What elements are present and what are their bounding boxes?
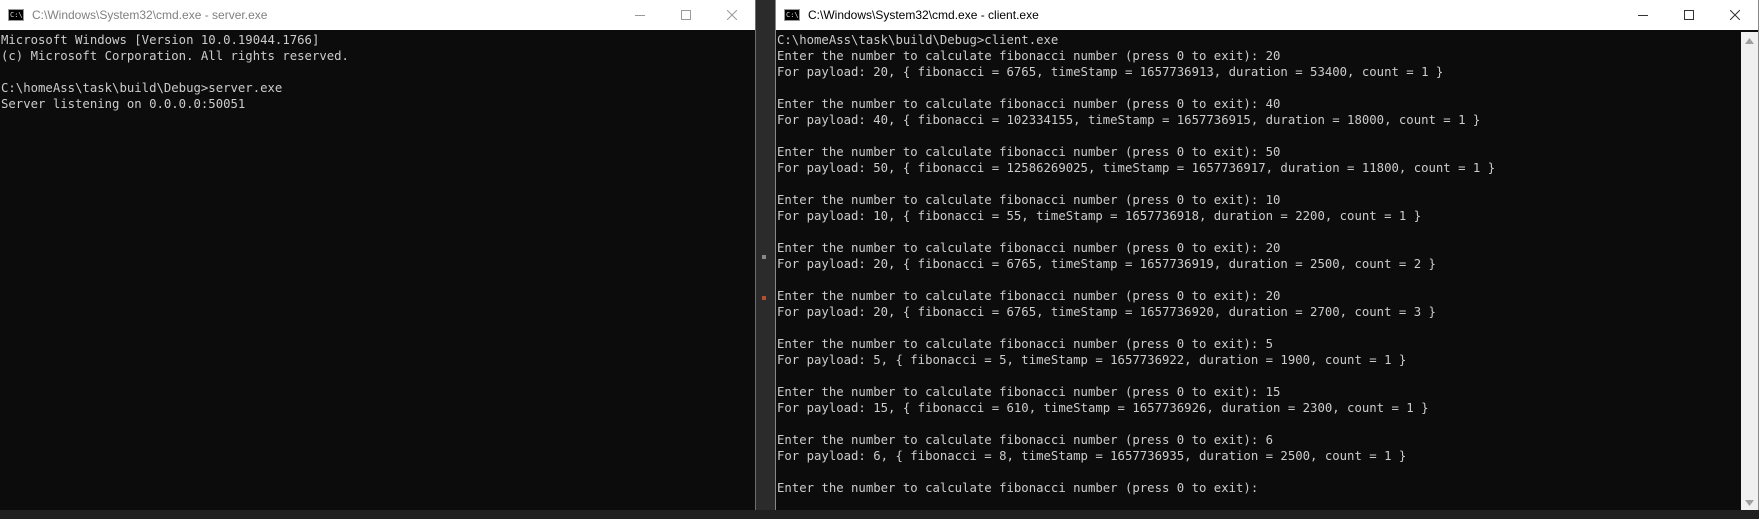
client-console-line [777,224,1740,240]
client-console-line [777,176,1740,192]
close-icon[interactable] [709,0,755,30]
server-console-window[interactable]: C:\Windows\System32\cmd.exe - server.exe… [0,0,756,512]
client-console-line: For payload: 15, { fibonacci = 610, time… [777,401,1429,415]
client-console-line: For payload: 5, { fibonacci = 5, timeSta… [777,353,1407,367]
client-console-line: For payload: 20, { fibonacci = 6765, tim… [777,305,1436,319]
client-console-line [777,416,1740,432]
minimize-icon[interactable] [617,0,663,30]
cmd-window-icon[interactable] [8,9,24,21]
client-vertical-scrollbar[interactable] [1741,32,1758,511]
client-console-line: Enter the number to calculate fibonacci … [777,97,1281,111]
server-window-controls [617,0,755,30]
client-window-title: C:\Windows\System32\cmd.exe - client.exe [808,8,1039,22]
desktop: C:\Windows\System32\cmd.exe - server.exe… [0,0,1759,519]
server-console-line: C:\homeAss\task\build\Debug>server.exe [1,81,283,95]
client-console-line [777,272,1740,288]
server-titlebar[interactable]: C:\Windows\System32\cmd.exe - server.exe [0,0,755,30]
client-console-line: Enter the number to calculate fibonacci … [777,289,1281,303]
client-console-line: Enter the number to calculate fibonacci … [777,49,1281,63]
client-console-line: Enter the number to calculate fibonacci … [777,193,1281,207]
client-console-window[interactable]: C:\Windows\System32\cmd.exe - client.exe… [775,0,1759,512]
server-console-line: Server listening on 0.0.0.0:50051 [1,97,246,111]
client-console-line [777,368,1740,384]
window-gap [757,0,775,519]
client-console-line: Enter the number to calculate fibonacci … [777,433,1274,447]
server-window-title: C:\Windows\System32\cmd.exe - server.exe [32,8,268,22]
client-console-output[interactable]: C:\homeAss\task\build\Debug>client.exe En… [776,32,1740,511]
client-console-line: Enter the number to calculate fibonacci … [777,145,1281,159]
resize-handle-marker [762,255,766,259]
scrollbar-thumb[interactable] [1745,52,1754,489]
client-console-line: Enter the number to calculate fibonacci … [777,385,1281,399]
client-window-controls [1620,0,1758,30]
client-console-line [777,128,1740,144]
maximize-icon[interactable] [1666,0,1712,30]
client-console-line: Enter the number to calculate fibonacci … [777,337,1274,351]
scroll-up-arrow-icon[interactable] [1741,32,1758,49]
client-console-line: For payload: 10, { fibonacci = 55, timeS… [777,209,1422,223]
taskbar-edge [0,510,1759,519]
scroll-down-arrow-icon[interactable] [1741,494,1758,511]
client-console-line: Enter the number to calculate fibonacci … [777,481,1259,495]
resize-handle-marker [762,296,766,300]
client-titlebar[interactable]: C:\Windows\System32\cmd.exe - client.exe [776,0,1758,30]
client-console-line [777,464,1740,480]
client-console-line: For payload: 20, { fibonacci = 6765, tim… [777,65,1444,79]
close-icon[interactable] [1712,0,1758,30]
minimize-icon[interactable] [1620,0,1666,30]
maximize-icon[interactable] [663,0,709,30]
client-console-line: For payload: 50, { fibonacci = 125862690… [777,161,1496,175]
server-console-line: Microsoft Windows [Version 10.0.19044.17… [1,33,320,47]
client-console-line [777,80,1740,96]
server-console-line: (c) Microsoft Corporation. All rights re… [1,49,349,63]
server-console-output[interactable]: Microsoft Windows [Version 10.0.19044.17… [0,32,755,512]
client-console-line: For payload: 6, { fibonacci = 8, timeSta… [777,449,1407,463]
client-console-line: C:\homeAss\task\build\Debug>client.exe [777,33,1059,47]
client-console-line: For payload: 40, { fibonacci = 102334155… [777,113,1481,127]
cmd-window-icon[interactable] [784,9,800,21]
client-console-line: For payload: 20, { fibonacci = 6765, tim… [777,257,1436,271]
client-console-line: Enter the number to calculate fibonacci … [777,241,1281,255]
client-console-line [777,320,1740,336]
server-console-line [1,64,755,80]
